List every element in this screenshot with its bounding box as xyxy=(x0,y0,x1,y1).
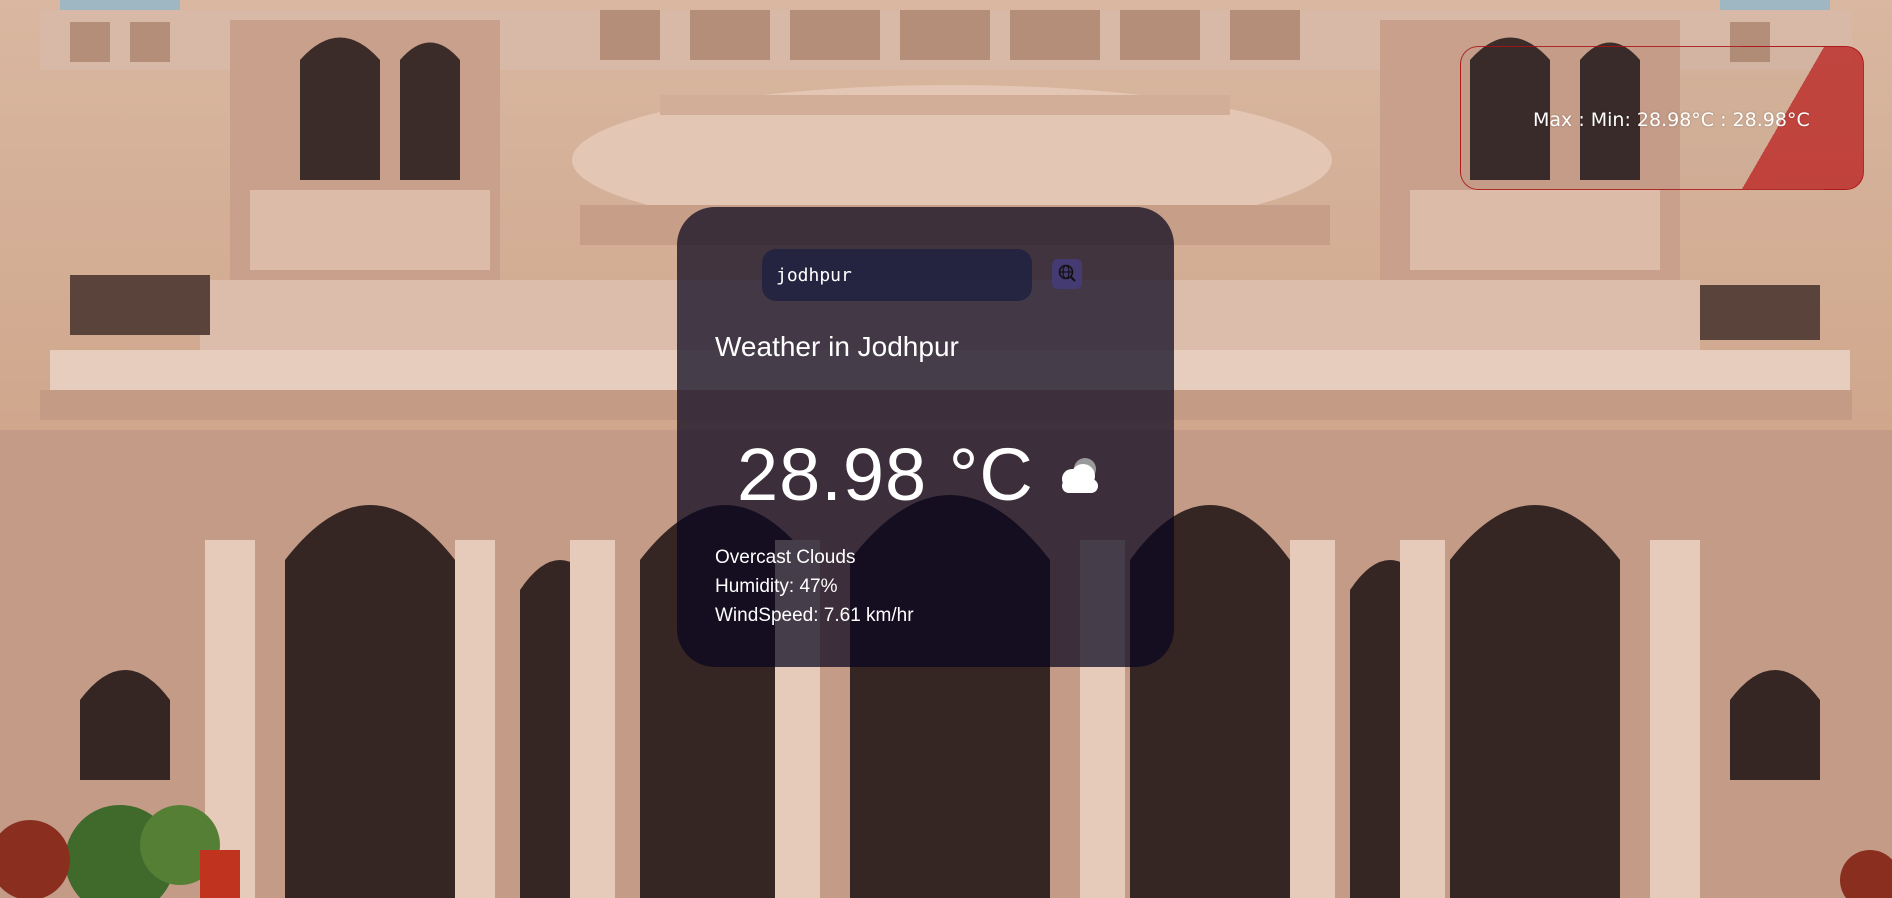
weather-card: Weather in Jodhpur 28.98 °C Overcast Clo… xyxy=(677,207,1174,667)
city-title: Weather in Jodhpur xyxy=(715,331,959,362)
wind-speed-text: WindSpeed: 7.61 km/hr xyxy=(715,605,914,626)
temperature-row: 28.98 °C xyxy=(737,429,1106,519)
globe-search-icon xyxy=(1057,263,1077,286)
city-search-input[interactable] xyxy=(762,249,1032,301)
weather-description: Overcast Clouds xyxy=(715,547,856,568)
cloud-icon xyxy=(1052,449,1106,503)
weather-details: Overcast Clouds Humidity: 47% WindSpeed:… xyxy=(715,543,914,630)
min-max-panel: Max : Min: 28.98°C : 28.98°C xyxy=(1460,46,1864,190)
min-max-temperature: Max : Min: 28.98°C : 28.98°C xyxy=(1533,109,1810,131)
humidity-text: Humidity: 47% xyxy=(715,576,838,597)
search-bar xyxy=(762,249,1102,301)
search-button[interactable] xyxy=(1052,259,1082,289)
temperature-value: 28.98 °C xyxy=(737,432,1034,516)
